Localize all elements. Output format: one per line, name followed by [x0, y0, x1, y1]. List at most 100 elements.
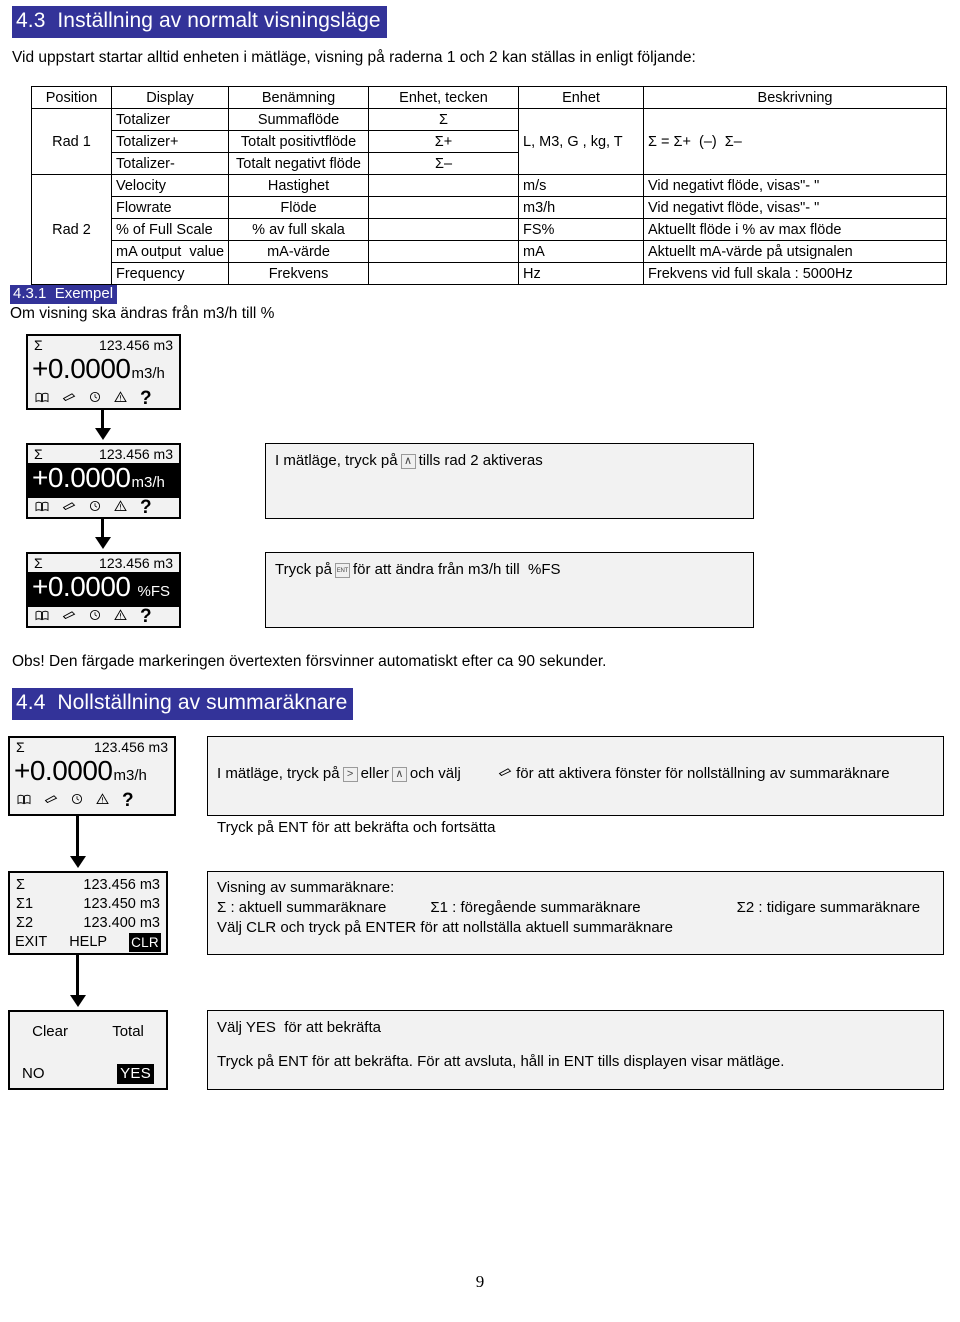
note-3-text-c: och välj — [409, 765, 461, 782]
cell-unit: mA — [518, 240, 645, 263]
note-box-2-line-1: Tryck på ENT för att ändra från m3/h til… — [275, 560, 744, 580]
panel-3-totalizer-value: 123.456 m3 — [99, 555, 173, 571]
table-row: % of Full Scale % av full skala FS% Aktu… — [32, 218, 948, 241]
device-display-panel-4: Σ 123.456 m3 +0.0000 m3/h ? — [8, 736, 176, 816]
question-icon: ? — [140, 606, 152, 627]
cell-benamning: Totalt negativt flöde — [228, 152, 370, 175]
device-display-panel-5: Σ 123.456 m3 Σ1 123.450 m3 Σ2 123.400 m3… — [8, 871, 168, 955]
section-4-3-heading: 4.3 Inställning av normalt visningsläge — [12, 6, 387, 38]
panel-1-row-1: Σ 123.456 m3 — [28, 336, 179, 354]
clock-icon — [89, 390, 101, 407]
note-1-text-post: tills rad 2 aktiveras — [418, 452, 543, 469]
note-box-1: I mätläge, tryck på ∧ tills rad 2 aktive… — [265, 443, 754, 519]
totalizer-label: Σ2 — [16, 915, 34, 931]
panel-5-softkey-bar: EXIT HELP CLR — [10, 933, 166, 953]
device-display-panel-6: Clear Total NO YES — [8, 1010, 168, 1090]
panel-2-row-1: Σ 123.456 m3 — [28, 445, 179, 463]
totalizer-row: Σ1 123.450 m3 — [10, 895, 166, 914]
cell-symbol: Σ– — [368, 152, 520, 175]
panel-4-row-1: Σ 123.456 m3 — [10, 738, 174, 756]
table-header-row: Position Display Benämning Enhet, tecken… — [31, 86, 948, 109]
panel-3-row-2-highlighted: +0.0000 %FS — [28, 572, 179, 607]
device-display-panel-1: Σ 123.456 m3 +0.0000 m3/h ? — [26, 334, 181, 410]
softkey-exit[interactable]: EXIT — [15, 933, 47, 952]
panel-1-flow-unit: m3/h — [131, 365, 165, 382]
panel-2-totalizer-value: 123.456 m3 — [99, 446, 173, 462]
cell-benamning: Flöde — [228, 196, 370, 219]
eraser-icon — [62, 390, 76, 407]
option-yes-button-selected[interactable]: YES — [117, 1064, 154, 1084]
totalizer-label: Σ1 — [16, 896, 34, 912]
warning-icon — [114, 390, 127, 407]
option-no-button[interactable]: NO — [22, 1064, 45, 1084]
softkey-clr-selected[interactable]: CLR — [129, 933, 161, 952]
cell-symbol — [368, 262, 520, 285]
note-box-1-line-1: I mätläge, tryck på ∧ tills rad 2 aktive… — [275, 451, 744, 471]
total-label: Total — [112, 1023, 144, 1040]
panel-3-totalizer-symbol: Σ — [34, 555, 43, 571]
th-enhet: Enhet — [518, 86, 645, 109]
cell-benamning: Totalt positivtflöde — [228, 130, 370, 153]
cell-display: mA output value — [110, 240, 230, 263]
cell-symbol — [368, 218, 520, 241]
note-2-text-post: för att ändra från m3/h till %FS — [352, 561, 561, 578]
eraser-icon — [44, 792, 58, 809]
cell-symbol — [368, 196, 520, 219]
cell-description: Aktuellt mA-värde på utsignalen — [643, 240, 948, 263]
softkey-help[interactable]: HELP — [69, 933, 107, 952]
cell-symbol: Σ+ — [368, 130, 520, 153]
panel-2-flow-unit: m3/h — [131, 474, 165, 491]
panel-4-totalizer-value: 123.456 m3 — [94, 739, 168, 755]
clear-label: Clear — [32, 1023, 68, 1040]
cell-position-rad2: Rad 2 — [31, 174, 112, 285]
question-icon: ? — [122, 790, 134, 811]
cell-benamning: Frekvens — [228, 262, 370, 285]
section-4-3-1-heading-wrap: 4.3.1 Exempel — [10, 285, 118, 304]
panel-4-flow-value: +0.0000 — [14, 755, 113, 786]
right-arrow-key-icon: > — [342, 766, 358, 782]
note-box-5-line-2: Tryck på ENT för att bekräfta. För att a… — [217, 1053, 785, 1070]
section-4-3-1-heading: 4.3.1 Exempel — [10, 285, 118, 304]
totalizer-value: 123.400 m3 — [83, 915, 160, 931]
cell-display: % of Full Scale — [110, 218, 230, 241]
cell-description: Frekvens vid full skala : 5000Hz — [643, 262, 948, 285]
clock-icon — [71, 792, 83, 809]
cell-benamning: Hastighet — [228, 174, 370, 197]
cell-unit: m/s — [518, 174, 645, 197]
warning-icon — [114, 499, 127, 516]
panel-3-flow-value: +0.0000 — [32, 571, 131, 602]
panel-1-totalizer-symbol: Σ — [34, 337, 43, 353]
panel-1-row-2: +0.0000 m3/h — [28, 354, 179, 389]
section-4-3-intro: Vid uppstart startar alltid enheten i mä… — [12, 49, 696, 66]
note-4-sigma-previous: Σ1 : föregående summaräknare — [430, 899, 641, 916]
cell-display: Totalizer — [110, 108, 230, 131]
book-icon — [35, 608, 49, 625]
book-icon — [35, 390, 49, 407]
note-box-5-line-1: Välj YES för att bekräfta — [217, 1019, 381, 1036]
section-4-4-heading-wrap: 4.4 Nollställning av summaräknare — [12, 688, 354, 720]
connector-arrow-1 — [94, 428, 111, 440]
eraser-icon — [465, 744, 512, 804]
question-icon: ? — [140, 497, 152, 518]
totalizer-row: Σ2 123.400 m3 — [10, 914, 166, 933]
panel-3-flow-unit: %FS — [137, 583, 171, 600]
section-4-3-heading-wrap: 4.3 Inställning av normalt visningsläge — [12, 6, 387, 38]
cell-display: Flowrate — [110, 196, 230, 219]
section-4-3-1-intro: Om visning ska ändras från m3/h till % — [10, 305, 275, 322]
document-page: 4.3 Inställning av normalt visningsläge … — [0, 0, 960, 1322]
cell-description: Vid negativt flöde, visas"- " — [643, 196, 948, 219]
warning-icon — [114, 608, 127, 625]
panel-6-option-row: NO YES — [10, 1064, 166, 1084]
note-box-3-line-1: I mätläge, tryck på > eller ∧ och välj f… — [217, 744, 934, 804]
panel-4-status-icons: ? — [10, 791, 174, 811]
th-beskrivning: Beskrivning — [643, 86, 948, 109]
note-4-sigma-earlier: Σ2 : tidigare summaräknare — [736, 899, 921, 916]
eraser-icon — [62, 608, 76, 625]
book-icon — [17, 792, 31, 809]
note-box-2: Tryck på ENT för att ändra från m3/h til… — [265, 552, 754, 628]
cell-unit-rad1: L, M3, G , kg, T — [518, 108, 645, 175]
device-display-panel-2: Σ 123.456 m3 +0.0000 m3/h ? — [26, 443, 181, 519]
up-arrow-key-icon: ∧ — [391, 766, 407, 782]
th-display: Display — [110, 86, 230, 109]
spec-table-wrap: Position Display Benämning Enhet, tecken… — [31, 86, 948, 285]
